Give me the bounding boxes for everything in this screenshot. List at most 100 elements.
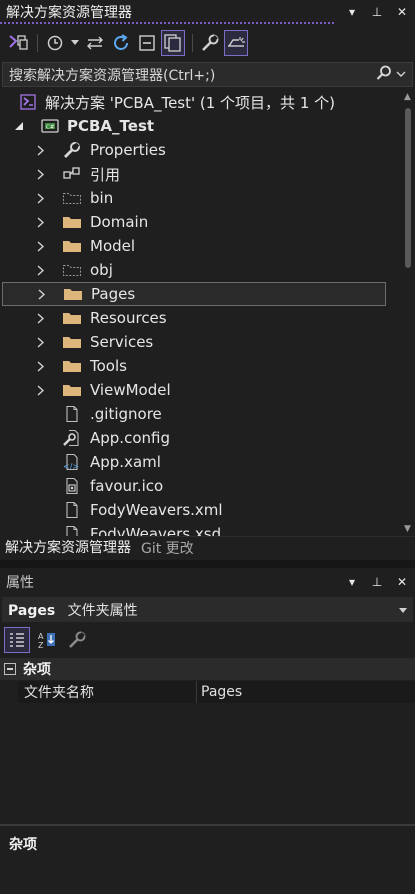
vs-switch-views-icon[interactable] <box>6 30 30 56</box>
show-all-files-icon[interactable] <box>161 30 185 56</box>
pin-icon[interactable]: ⊥ <box>370 575 384 589</box>
solution-tree: 解决方案 'PCBA_Test' (1 个项目，共 1 个) C# PCBA_Tes… <box>0 90 402 536</box>
tree-item[interactable]: 引用 <box>0 162 400 186</box>
category-name: 杂项 <box>23 662 51 678</box>
categorized-icon[interactable] <box>4 627 30 653</box>
collapse-all-icon[interactable] <box>135 30 159 56</box>
collapsed-arrow-icon[interactable] <box>36 144 46 156</box>
panel-title: 解决方案资源管理器 <box>6 5 132 21</box>
history-icon[interactable] <box>43 30 67 56</box>
folder-icon <box>62 213 82 231</box>
scroll-down-icon[interactable]: ▼ <box>404 524 411 534</box>
tree-item-selected[interactable]: Pages <box>2 282 386 306</box>
tree-item[interactable]: App.config <box>0 426 400 450</box>
tree-scrollbar[interactable]: ▲ ▼ <box>401 90 415 536</box>
tree-item-label: obj <box>90 261 113 279</box>
tree-item[interactable]: .gitignore <box>0 402 400 426</box>
tree-item[interactable]: bin <box>0 186 400 210</box>
collapsed-arrow-icon[interactable] <box>36 168 46 180</box>
scroll-up-icon[interactable]: ▲ <box>404 92 411 102</box>
panel-splitter[interactable] <box>0 560 415 568</box>
property-value[interactable]: Pages <box>201 684 242 700</box>
properties-wrench-icon[interactable] <box>198 30 222 56</box>
close-icon[interactable]: ✕ <box>395 5 409 19</box>
collapsed-arrow-icon[interactable] <box>36 336 46 348</box>
tree-item[interactable]: Model <box>0 234 400 258</box>
collapse-toggle-icon[interactable] <box>4 663 16 675</box>
tree-item[interactable]: favour.ico <box>0 474 400 498</box>
collapsed-arrow-icon[interactable] <box>36 216 46 228</box>
toolbar-separator <box>192 34 193 52</box>
refresh-icon[interactable] <box>109 30 133 56</box>
svg-text:Z: Z <box>38 641 44 650</box>
ico-file-icon <box>62 477 82 495</box>
collapsed-arrow-icon[interactable] <box>36 192 46 204</box>
bottom-tab-strip: 解决方案资源管理器 Git 更改 <box>0 536 415 560</box>
tree-item[interactable]: Domain <box>0 210 400 234</box>
category-row[interactable]: 杂项 <box>0 658 415 680</box>
preview-selected-icon[interactable] <box>224 30 248 56</box>
tree-item[interactable]: ViewModel <box>0 378 400 402</box>
tree-item-label: PCBA_Test <box>67 117 155 135</box>
tree-item[interactable]: </> App.xaml <box>0 450 400 474</box>
object-selector[interactable]: Pages 文件夹属性 <box>2 597 413 622</box>
tree-item-label: .gitignore <box>90 405 162 423</box>
collapsed-arrow-icon[interactable] <box>36 264 46 276</box>
search-icon[interactable] <box>375 64 393 86</box>
sync-icon[interactable] <box>83 30 107 56</box>
folder-icon <box>62 357 82 375</box>
tree-item-label: Domain <box>90 213 149 231</box>
chevron-down-icon[interactable] <box>396 67 406 83</box>
column-divider[interactable] <box>196 681 197 703</box>
collapsed-arrow-icon[interactable] <box>36 240 46 252</box>
tree-item[interactable]: FodyWeavers.xsd <box>0 522 400 536</box>
window-position-dropdown-icon[interactable]: ▾ <box>345 575 359 589</box>
chevron-down-icon[interactable] <box>399 602 407 618</box>
folder-icon <box>62 333 82 351</box>
tab-git-changes[interactable]: Git 更改 <box>136 536 199 560</box>
tree-item[interactable]: Services <box>0 330 400 354</box>
tree-item[interactable]: Tools <box>0 354 400 378</box>
xaml-file-icon: </> <box>62 453 82 471</box>
file-icon <box>62 405 82 423</box>
properties-toolbar: AZ <box>4 626 90 654</box>
tree-item[interactable]: 解决方案 'PCBA_Test' (1 个项目，共 1 个) <box>0 90 400 114</box>
tree-item-label: ViewModel <box>90 381 171 399</box>
file-icon <box>62 501 82 519</box>
collapsed-arrow-icon[interactable] <box>37 288 47 300</box>
property-row[interactable]: 文件夹名称 Pages <box>18 681 415 703</box>
tree-item-label: FodyWeavers.xml <box>90 501 223 519</box>
window-position-dropdown-icon[interactable]: ▾ <box>345 5 359 19</box>
alphabetical-icon[interactable]: AZ <box>34 627 60 653</box>
tree-item[interactable]: obj <box>0 258 400 282</box>
tree-item-label: Tools <box>90 357 127 375</box>
collapsed-arrow-icon[interactable] <box>36 312 46 324</box>
solution-explorer-toolbar <box>0 28 415 58</box>
solution-icon <box>18 93 38 111</box>
close-icon[interactable]: ✕ <box>395 575 409 589</box>
scrollbar-thumb[interactable] <box>405 108 411 268</box>
pin-icon[interactable]: ⊥ <box>370 5 384 19</box>
folder-icon <box>62 237 82 255</box>
tree-item-label: App.config <box>90 429 170 447</box>
tree-item-label: Model <box>90 237 136 255</box>
collapsed-arrow-icon[interactable] <box>36 384 46 396</box>
property-pages-icon[interactable] <box>64 627 90 653</box>
search-input[interactable]: 搜索解决方案资源管理器(Ctrl+;) <box>2 62 413 87</box>
collapsed-arrow-icon[interactable] <box>36 360 46 372</box>
dropdown-icon[interactable] <box>69 30 81 56</box>
tree-item[interactable]: C# PCBA_Test <box>0 114 400 138</box>
search-placeholder: 搜索解决方案资源管理器(Ctrl+;) <box>9 67 216 84</box>
description-pane: 杂项 <box>0 826 415 894</box>
references-icon <box>62 165 82 183</box>
csharp-project-icon: C# <box>40 117 60 135</box>
active-panel-accent <box>0 22 336 24</box>
tree-item[interactable]: Resources <box>0 306 400 330</box>
tree-item[interactable]: FodyWeavers.xml <box>0 498 400 522</box>
properties-window-buttons: ▾ ⊥ ✕ <box>345 575 409 589</box>
tab-solution-explorer[interactable]: 解决方案资源管理器 <box>0 536 136 560</box>
tree-item-label: FodyWeavers.xsd <box>90 525 222 536</box>
property-name: 文件夹名称 <box>24 685 94 701</box>
tree-item[interactable]: Properties <box>0 138 400 162</box>
expanded-arrow-icon[interactable] <box>14 120 24 132</box>
